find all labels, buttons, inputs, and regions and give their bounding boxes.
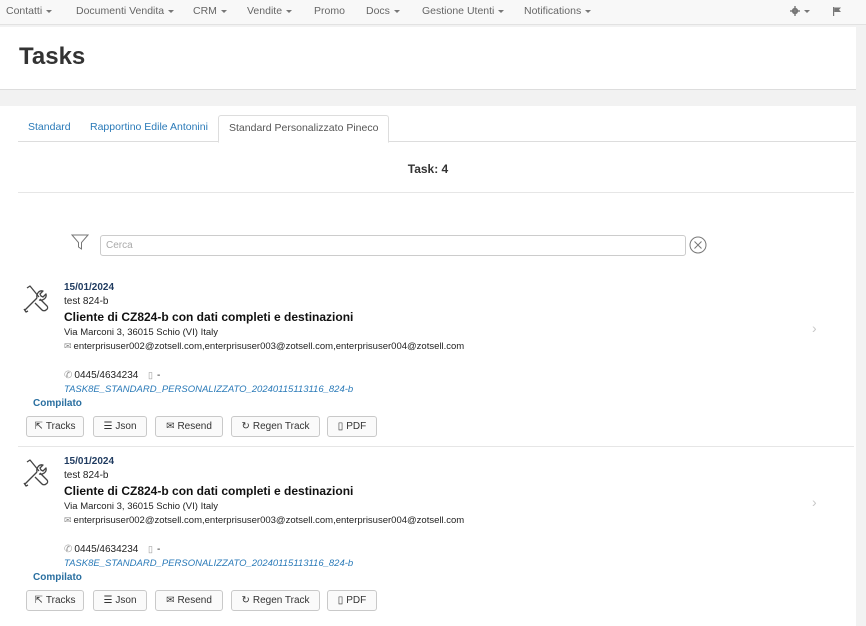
task-item[interactable]: 15/01/2024 test 824-b Cliente di CZ824-b…	[0, 282, 856, 452]
pdf-button[interactable]: ▯ PDF	[327, 590, 377, 611]
caret-down-icon	[168, 9, 175, 13]
file-icon: ▯	[337, 421, 344, 432]
gear-icon	[790, 6, 800, 17]
tools-icon	[23, 459, 49, 487]
task-client: Cliente di CZ824-b con dati completi e d…	[64, 484, 354, 498]
task-count: Task: 4	[407, 162, 449, 176]
tools-icon	[23, 285, 49, 313]
caret-down-icon	[46, 9, 53, 13]
envelope-icon: ✉	[166, 421, 175, 432]
tracks-button[interactable]: ⇱ Tracks	[26, 416, 84, 437]
main-panel: Standard Rapportino Edile Antonini Stand…	[0, 106, 856, 626]
divider	[18, 192, 854, 193]
share-icon: ⇱	[34, 595, 43, 606]
resend-button[interactable]: ✉ Resend	[155, 590, 223, 611]
json-button[interactable]: ☰ Json	[93, 416, 147, 437]
clear-search-icon[interactable]	[689, 236, 707, 254]
nav-documenti-vendita[interactable]: Documenti Vendita	[76, 0, 175, 24]
filter-icon[interactable]	[71, 233, 89, 251]
task-client: Cliente di CZ824-b con dati completi e d…	[64, 310, 354, 324]
envelope-icon: ✉	[64, 341, 72, 351]
refresh-icon: ↻	[241, 595, 250, 606]
task-code: test 824-b	[64, 296, 109, 307]
mobile-icon: ▯	[148, 370, 153, 380]
chevron-right-icon[interactable]: ›	[812, 320, 817, 336]
task-code: test 824-b	[64, 470, 109, 481]
tracks-button[interactable]: ⇱ Tracks	[26, 590, 84, 611]
chevron-right-icon[interactable]: ›	[812, 494, 817, 510]
task-date: 15/01/2024	[64, 282, 115, 293]
refresh-icon: ↻	[241, 421, 250, 432]
caret-down-icon	[585, 9, 592, 13]
page-title: Tasks	[19, 43, 86, 70]
task-phone: ✆ 0445/4634234	[64, 544, 139, 555]
nav-docs[interactable]: Docs	[366, 0, 400, 24]
task-mobile: ▯ -	[148, 544, 161, 555]
phone-icon: ✆	[64, 544, 73, 555]
json-button[interactable]: ☰ Json	[93, 590, 147, 611]
tab-standard[interactable]: Standard	[28, 115, 71, 140]
envelope-icon: ✉	[64, 515, 72, 525]
caret-down-icon	[220, 9, 227, 13]
list-icon: ☰	[103, 595, 113, 606]
mobile-icon: ▯	[148, 544, 153, 554]
file-icon: ▯	[337, 595, 344, 606]
task-status: Compilato	[33, 398, 82, 409]
task-reference-link[interactable]: TASK8E_STANDARD_PERSONALIZZATO_202401151…	[64, 558, 353, 569]
flag-button[interactable]	[832, 0, 842, 24]
task-address: Via Marconi 3, 36015 Schio (VI) Italy	[64, 327, 219, 338]
regen-track-button[interactable]: ↻ Regen Track	[231, 590, 320, 611]
nav-vendite[interactable]: Vendite	[247, 0, 293, 24]
divider	[18, 446, 854, 447]
header-panel: Tasks	[0, 27, 856, 90]
caret-down-icon	[804, 9, 810, 13]
top-navbar: Contatti Documenti Vendita CRM Vendite P…	[0, 0, 866, 25]
caret-down-icon	[286, 9, 293, 13]
task-status: Compilato	[33, 572, 82, 583]
tab-standard-personalizzato-pineco[interactable]: Standard Personalizzato Pineco	[218, 115, 390, 143]
nav-contatti[interactable]: Contatti	[6, 0, 53, 24]
task-emails: ✉ enterprisuser002@zotsell.com,enterprisu…	[64, 341, 465, 352]
envelope-icon: ✉	[166, 595, 175, 606]
nav-crm[interactable]: CRM	[193, 0, 227, 24]
task-mobile: ▯ -	[148, 370, 161, 381]
task-phone: ✆ 0445/4634234	[64, 370, 139, 381]
caret-down-icon	[393, 9, 400, 13]
resend-button[interactable]: ✉ Resend	[155, 416, 223, 437]
pdf-button[interactable]: ▯ PDF	[327, 416, 377, 437]
phone-icon: ✆	[64, 370, 73, 381]
list-icon: ☰	[103, 421, 113, 432]
task-date: 15/01/2024	[64, 456, 115, 467]
nav-promo[interactable]: Promo	[314, 0, 345, 24]
task-address: Via Marconi 3, 36015 Schio (VI) Italy	[64, 501, 219, 512]
task-reference-link[interactable]: TASK8E_STANDARD_PERSONALIZZATO_202401151…	[64, 384, 353, 395]
tabs-bar: Standard Rapportino Edile Antonini Stand…	[18, 115, 856, 143]
task-emails: ✉ enterprisuser002@zotsell.com,enterprisu…	[64, 515, 465, 526]
settings-menu[interactable]	[790, 0, 810, 24]
nav-gestione-utenti[interactable]: Gestione Utenti	[422, 0, 505, 24]
task-item[interactable]: 15/01/2024 test 824-b Cliente di CZ824-b…	[0, 456, 856, 626]
regen-track-button[interactable]: ↻ Regen Track	[231, 416, 320, 437]
flag-icon	[833, 7, 841, 17]
search-input[interactable]	[100, 235, 686, 256]
nav-notifications[interactable]: Notifications	[524, 0, 592, 24]
share-icon: ⇱	[34, 421, 43, 432]
tab-rapportino-edile-antonini[interactable]: Rapportino Edile Antonini	[90, 115, 208, 140]
caret-down-icon	[498, 9, 505, 13]
